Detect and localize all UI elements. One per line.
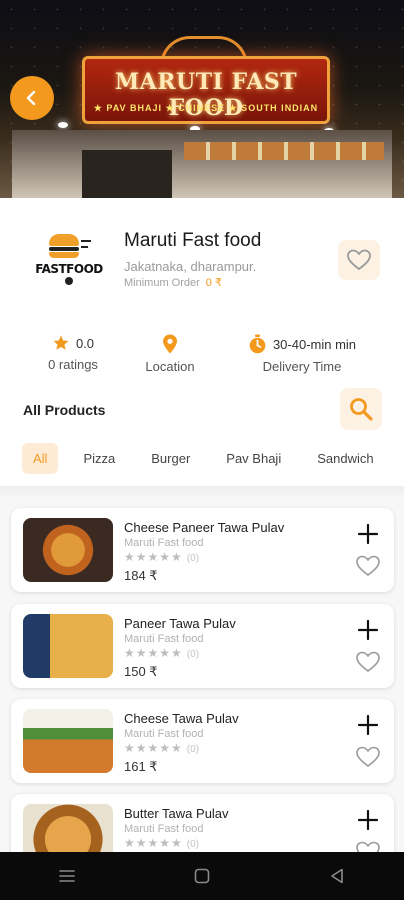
search-button[interactable] [340, 388, 382, 430]
star-rating-icons: ★★★★★ [124, 836, 183, 850]
category-tab-pav-bhaji[interactable]: Pav Bhaji [215, 443, 292, 474]
home-icon[interactable] [193, 867, 211, 885]
product-name: Cheese Tawa Pulav [124, 711, 239, 726]
product-rating-stars: ★★★★★ (0) [124, 741, 199, 755]
heart-icon [347, 249, 371, 270]
product-rating-count: (0) [186, 649, 200, 660]
system-navigation-bar [0, 852, 404, 900]
location-label: Location [145, 359, 195, 374]
product-rating-stars: ★★★★★ (0) [124, 550, 199, 564]
product-price: 150 ₹ [124, 664, 158, 679]
minimum-order-label: Minimum Order [124, 277, 200, 289]
heart-icon[interactable] [355, 650, 381, 674]
star-rating-icons: ★★★★★ [124, 646, 183, 660]
product-shop: Maruti Fast food [124, 633, 204, 645]
rating-stat: 0.0 0 ratings [40, 334, 106, 372]
category-tab-burger[interactable]: Burger [140, 443, 201, 474]
restaurant-address: Jakatnaka, dharampur. [124, 259, 257, 274]
product-shop: Maruti Fast food [124, 537, 204, 549]
product-shop: Maruti Fast food [124, 823, 204, 835]
restaurant-banner-image: MARUTI FAST FOOD ★ PAV BHAJI ★ CHINESE ★… [0, 0, 404, 198]
heart-icon[interactable] [355, 745, 381, 769]
product-name: Butter Tawa Pulav [124, 806, 229, 821]
favorite-restaurant-button[interactable] [338, 240, 380, 280]
category-tab-sandwich[interactable]: Sandwich [306, 443, 384, 474]
product-image [23, 614, 113, 678]
restaurant-logo: FASTFOOD [24, 222, 114, 296]
product-rating-stars: ★★★★★ (0) [124, 836, 199, 850]
product-image [23, 518, 113, 582]
minimum-order: Minimum Order 0 ₹ [124, 276, 222, 289]
add-to-cart-icon[interactable] [356, 808, 380, 832]
product-card[interactable]: Cheese Tawa Pulav Maruti Fast food ★★★★★… [11, 699, 394, 783]
product-card[interactable]: Butter Tawa Pulav Maruti Fast food ★★★★★… [11, 794, 394, 852]
restaurant-signboard: MARUTI FAST FOOD ★ PAV BHAJI ★ CHINESE ★… [82, 56, 330, 124]
star-rating-icons: ★★★★★ [124, 741, 183, 755]
all-products-heading: All Products [23, 402, 106, 418]
star-icon [53, 335, 69, 350]
product-name: Cheese Paneer Tawa Pulav [124, 520, 285, 535]
delivery-time-value: 30-40-min min [272, 336, 357, 352]
add-to-cart-icon[interactable] [356, 522, 380, 546]
product-card[interactable]: Paneer Tawa Pulav Maruti Fast food ★★★★★… [11, 604, 394, 688]
rating-count-label: 0 ratings [48, 357, 98, 372]
product-rating-stars: ★★★★★ (0) [124, 646, 199, 660]
search-icon [350, 398, 373, 421]
product-rating-count: (0) [186, 839, 200, 850]
burger-icon [47, 233, 91, 260]
category-tabs: All Pizza Burger Pav Bhaji Sandwich [22, 443, 399, 474]
heart-icon[interactable] [355, 554, 381, 578]
product-shop: Maruti Fast food [124, 728, 204, 740]
product-name: Paneer Tawa Pulav [124, 616, 236, 631]
map-pin-icon [163, 334, 177, 354]
section-divider [0, 486, 404, 498]
restaurant-name: Maruti Fast food [124, 230, 262, 251]
back-button[interactable] [10, 76, 54, 120]
delivery-time-stat: 30-40-min min Delivery Time [240, 334, 364, 374]
recent-apps-icon[interactable] [58, 868, 76, 884]
product-price: 184 ₹ [124, 568, 158, 583]
add-to-cart-icon[interactable] [356, 713, 380, 737]
signboard-subtitle: ★ PAV BHAJI ★ CHINESE ★ SOUTH INDIAN [93, 103, 319, 113]
chevron-left-icon [26, 90, 36, 106]
add-to-cart-icon[interactable] [356, 618, 380, 642]
delivery-time-label: Delivery Time [262, 359, 342, 374]
product-list[interactable]: Cheese Paneer Tawa Pulav Maruti Fast foo… [0, 498, 404, 852]
product-card[interactable]: Cheese Paneer Tawa Pulav Maruti Fast foo… [11, 508, 394, 592]
product-image [23, 804, 113, 852]
back-nav-icon[interactable] [328, 867, 346, 885]
category-tab-pizza[interactable]: Pizza [72, 443, 126, 474]
category-tab-all[interactable]: All [22, 443, 59, 474]
star-rating-icons: ★★★★★ [124, 550, 183, 564]
product-rating-count: (0) [186, 553, 200, 564]
minimum-order-value: 0 ₹ [205, 277, 222, 289]
location-stat[interactable]: Location [136, 334, 204, 374]
heart-icon[interactable] [355, 840, 381, 852]
product-price: 161 ₹ [124, 759, 158, 774]
logo-text: FASTFOOD [35, 261, 103, 276]
product-image [23, 709, 113, 773]
timer-icon [249, 334, 266, 354]
rating-value: 0.0 [75, 335, 95, 351]
product-rating-count: (0) [186, 744, 200, 755]
